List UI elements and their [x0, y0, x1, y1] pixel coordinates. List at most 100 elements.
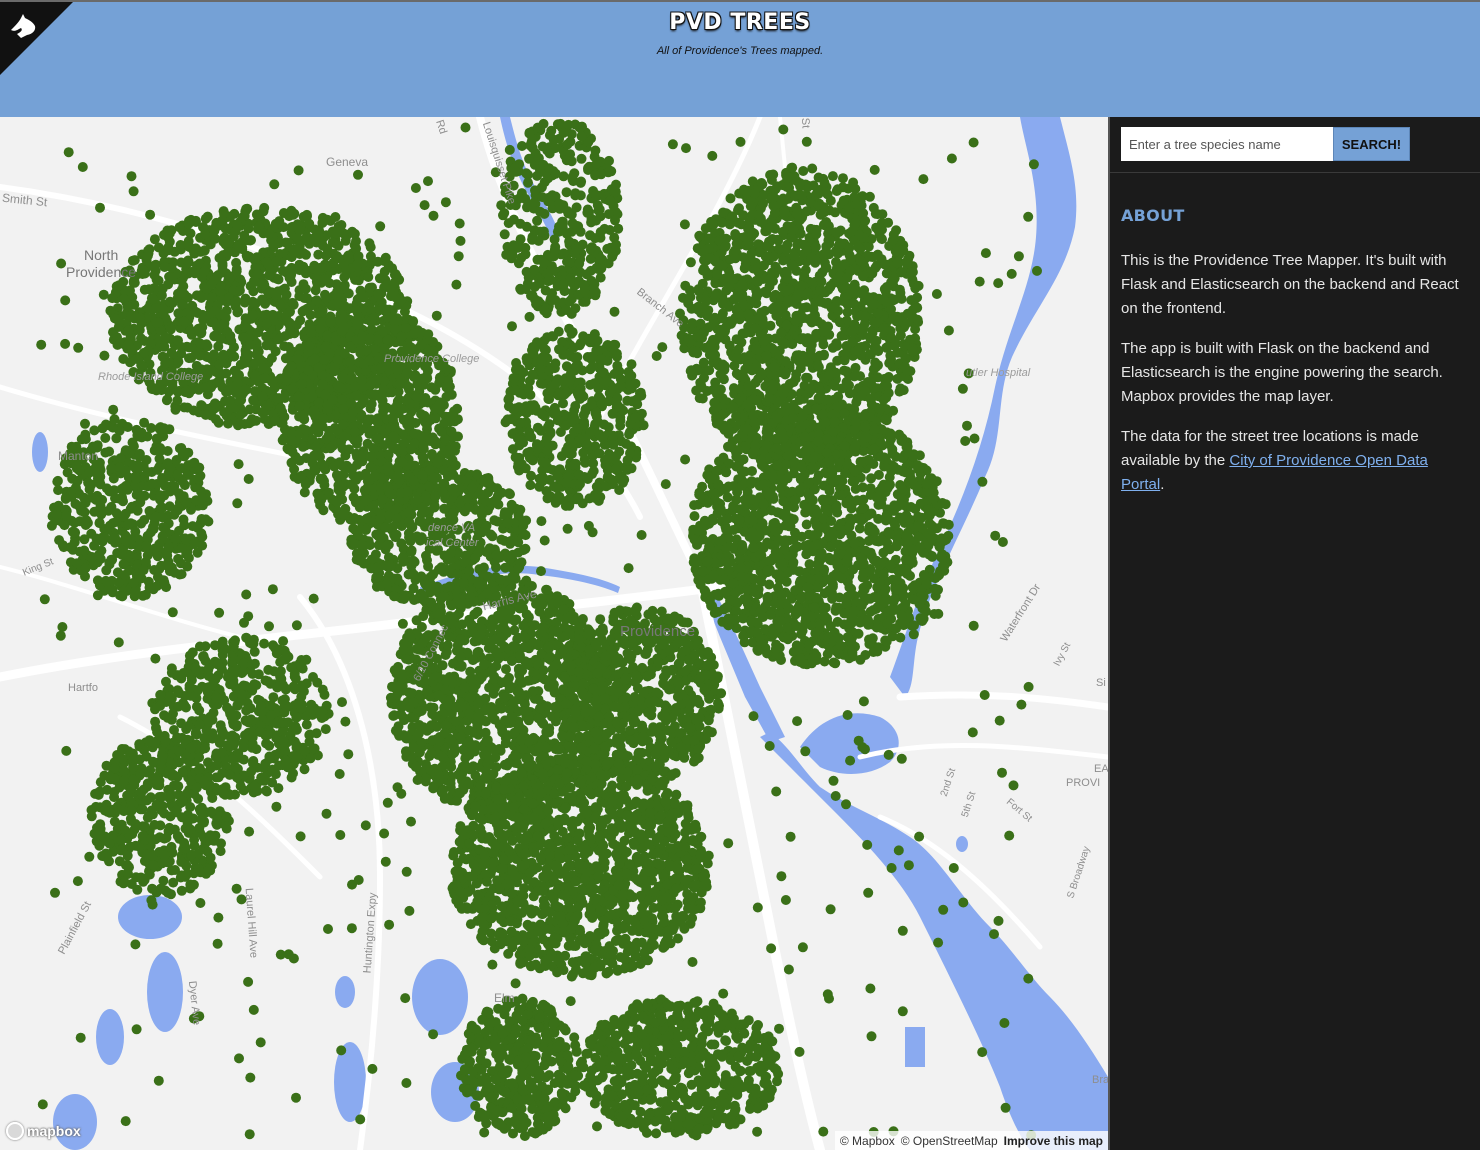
tree-point — [311, 421, 321, 432]
tree-point — [142, 467, 153, 477]
tree-point — [694, 230, 705, 241]
tree-point — [562, 206, 573, 217]
tree-point — [300, 283, 311, 294]
tree-point — [513, 458, 524, 469]
tree-point — [132, 505, 143, 516]
tree-point — [685, 257, 696, 268]
tree-point — [363, 272, 374, 282]
tree-point — [294, 259, 305, 270]
tree-point — [213, 417, 224, 428]
tree-point — [576, 176, 587, 187]
tree-point — [250, 404, 261, 415]
tree-point — [623, 367, 634, 377]
tree-point — [558, 398, 568, 409]
tree-point — [200, 229, 210, 240]
pond — [147, 952, 183, 1032]
tree-point — [554, 344, 564, 355]
tree-point — [523, 383, 534, 393]
tree-point — [187, 300, 198, 311]
tree-point — [322, 400, 333, 411]
tree-point — [621, 438, 632, 449]
tree-point — [400, 323, 411, 334]
tree-point — [544, 148, 555, 159]
tree-point — [579, 454, 590, 465]
tree-point — [535, 378, 546, 389]
tree-point — [301, 209, 312, 220]
tree-point — [304, 319, 315, 330]
tree-point — [52, 475, 63, 486]
tree-point — [274, 238, 284, 249]
tree-point — [219, 208, 230, 219]
tree-point — [148, 524, 159, 535]
tree-point — [153, 275, 164, 286]
tree-point — [549, 244, 560, 255]
tree-point — [163, 279, 174, 290]
tree-point — [162, 550, 173, 561]
tree-point — [868, 202, 879, 213]
tree-point — [508, 240, 519, 251]
tree-point — [365, 333, 376, 344]
tree-point — [270, 218, 281, 229]
tree-point — [287, 221, 298, 232]
tree-point — [426, 382, 437, 393]
tree-point — [199, 266, 210, 277]
tree-point — [118, 559, 129, 570]
tree-point — [573, 492, 584, 503]
tree-point — [223, 237, 234, 248]
tree-point — [636, 390, 647, 401]
tree-point — [119, 570, 130, 580]
tree-point — [420, 393, 431, 403]
tree-point — [74, 501, 85, 512]
tree-point — [163, 541, 174, 552]
tree-point — [567, 218, 578, 229]
tree-point — [53, 500, 64, 511]
tree-point — [444, 381, 455, 392]
tree-point — [698, 357, 709, 368]
tree-point — [895, 287, 906, 298]
tree-point — [388, 431, 399, 442]
tree-point — [615, 374, 626, 384]
tree-point — [912, 314, 923, 325]
tree-point — [183, 236, 194, 247]
tree-point — [286, 361, 297, 372]
pier — [905, 1027, 925, 1067]
tree-point — [380, 252, 391, 263]
tree-point — [516, 417, 527, 428]
tree-map[interactable]: Geneva Smith St North Providence Provide… — [0, 117, 1108, 1150]
tree-point — [852, 345, 863, 356]
tree-point — [880, 414, 891, 425]
tree-point — [189, 539, 200, 550]
tree-point — [285, 325, 296, 336]
tree-point — [234, 285, 245, 296]
tree-point — [139, 268, 150, 279]
tree-point — [364, 282, 375, 293]
tree-point — [597, 432, 608, 443]
tree-point — [177, 288, 188, 298]
tree-point — [80, 434, 91, 445]
tree-point — [132, 463, 143, 474]
tree-point — [372, 417, 383, 428]
map-canvas[interactable] — [0, 117, 1108, 1150]
tree-point — [710, 377, 721, 388]
tree-point — [177, 476, 188, 487]
tree-point — [315, 323, 326, 334]
tree-point — [559, 278, 570, 289]
tree-point — [805, 197, 816, 208]
pond — [32, 432, 48, 472]
tree-point — [586, 217, 597, 228]
tree-point — [423, 329, 434, 340]
tree-point — [356, 375, 367, 386]
tree-point — [188, 245, 199, 256]
tree-point — [251, 415, 262, 426]
tree-point — [532, 422, 543, 433]
tree-point — [507, 249, 518, 260]
tree-point — [110, 532, 120, 543]
tree-point — [612, 351, 622, 362]
tree-point — [331, 228, 342, 239]
tree-point — [227, 384, 238, 395]
tree-point — [759, 305, 770, 316]
tree-point — [345, 479, 356, 490]
tree-point — [313, 491, 324, 501]
tree-point — [627, 396, 638, 407]
tree-point — [147, 293, 158, 304]
